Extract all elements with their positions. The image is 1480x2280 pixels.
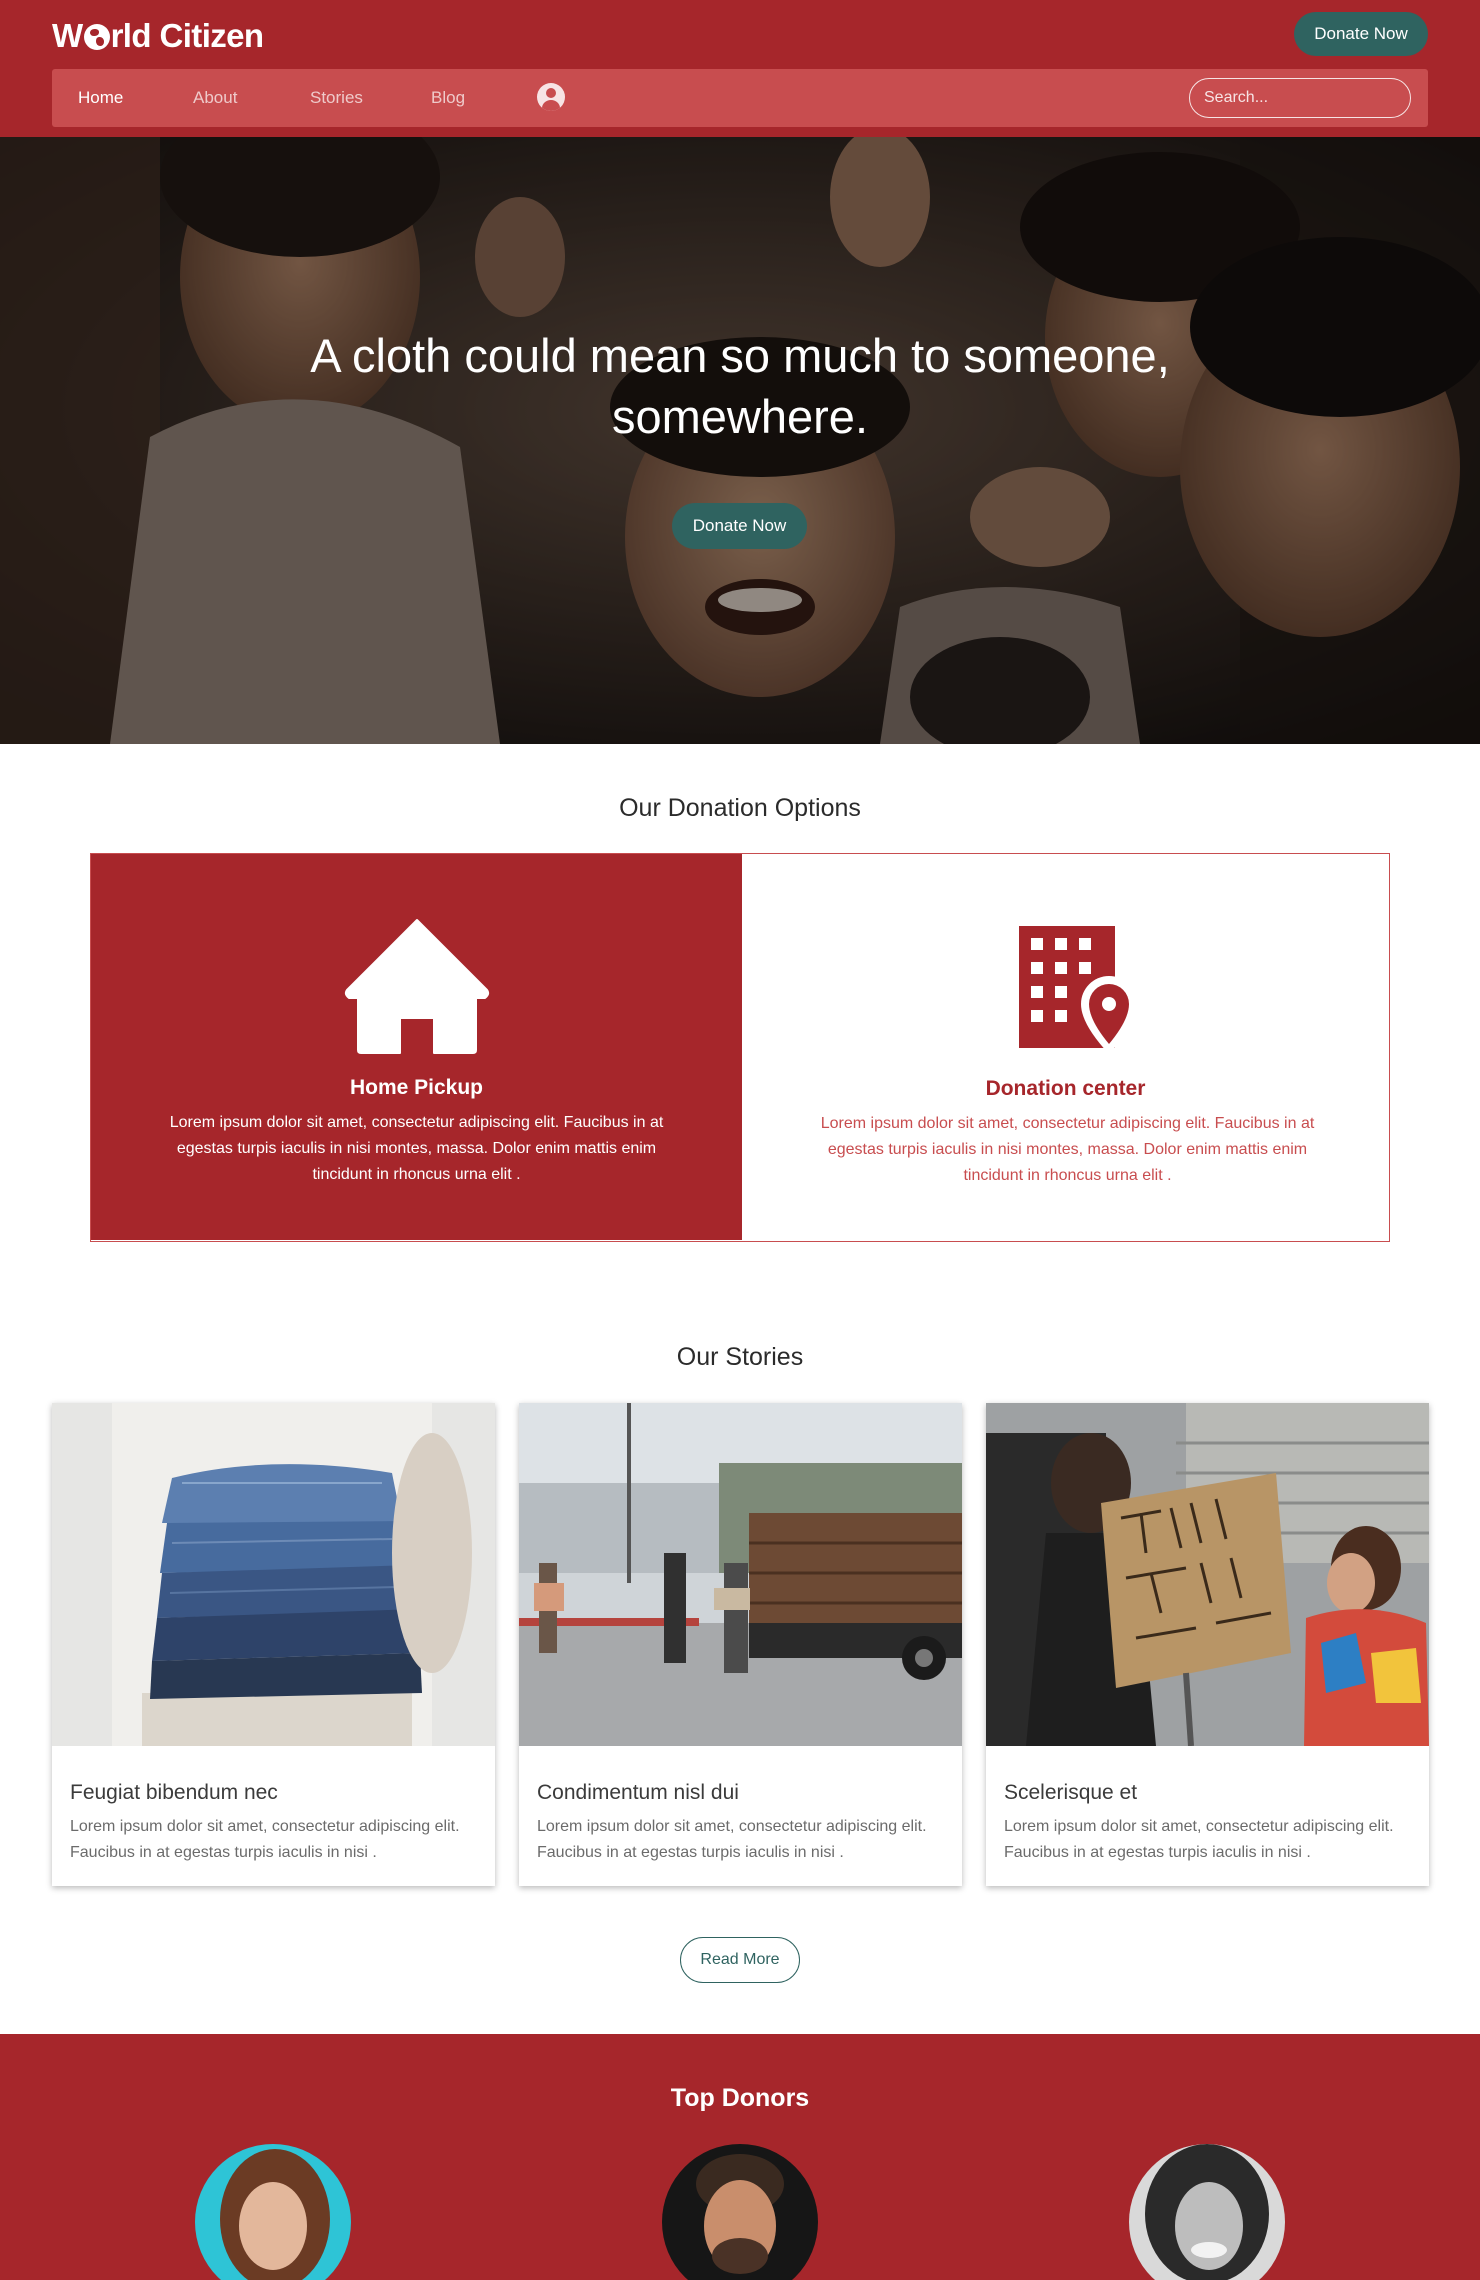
site-header: Wrld Citizen Donate Now Home About Stori… (0, 0, 1480, 137)
story-title: Scelerisque et (1004, 1781, 1138, 1804)
story-card[interactable]: Feugiat bibendum nec Lorem ipsum dolor s… (52, 1403, 495, 1886)
home-icon (344, 919, 490, 1054)
option-home-pickup[interactable]: Home Pickup Lorem ipsum dolor sit amet, … (91, 854, 742, 1240)
option-description: Lorem ipsum dolor sit amet, consectetur … (820, 1115, 1315, 1184)
hero-donate-button[interactable]: Donate Now (672, 503, 807, 549)
story-text: Lorem ipsum dolor sit amet, consectetur … (537, 1818, 927, 1861)
donors-section-title: Top Donors (670, 2084, 810, 2112)
donor-avatar[interactable] (662, 2144, 818, 2280)
story-card[interactable]: Scelerisque et Lorem ipsum dolor sit ame… (986, 1403, 1429, 1886)
read-more-button[interactable]: Read More (680, 1937, 800, 1983)
top-donors-section: Top Donors (0, 2034, 1480, 2280)
story-text: Lorem ipsum dolor sit amet, consectetur … (70, 1818, 460, 1861)
option-title: Donation center (985, 1077, 1146, 1100)
globe-icon (83, 24, 110, 50)
story-text: Lorem ipsum dolor sit amet, consectetur … (1004, 1818, 1394, 1861)
story-image-truck (519, 1403, 962, 1746)
user-circle-icon[interactable] (537, 83, 565, 111)
donor-avatar[interactable] (1129, 2144, 1285, 2280)
donation-options: Home Pickup Lorem ipsum dolor sit amet, … (90, 853, 1390, 1242)
story-image-protest-sign (986, 1403, 1429, 1746)
stories-section-title: Our Stories (676, 1343, 804, 1371)
hero-title: A cloth could mean so much to someone, s… (310, 329, 1170, 443)
nav-home[interactable]: Home (78, 86, 123, 110)
donor-avatar[interactable] (195, 2144, 351, 2280)
nav-about[interactable]: About (193, 86, 237, 110)
header-donate-button[interactable]: Donate Now (1294, 12, 1428, 56)
story-title: Feugiat bibendum nec (70, 1781, 278, 1804)
option-title: Home Pickup (349, 1076, 484, 1099)
donation-section-title: Our Donation Options (619, 794, 861, 822)
main-navbar: Home About Stories Blog (52, 69, 1428, 127)
building-location-icon (1019, 926, 1137, 1054)
option-description: Lorem ipsum dolor sit amet, consectetur … (169, 1114, 664, 1183)
story-card[interactable]: Condimentum nisl dui Lorem ipsum dolor s… (519, 1403, 962, 1886)
search-input[interactable] (1189, 78, 1411, 118)
nav-blog[interactable]: Blog (431, 86, 465, 110)
option-donation-center[interactable]: Donation center Lorem ipsum dolor sit am… (742, 854, 1389, 1240)
nav-stories[interactable]: Stories (310, 86, 363, 110)
logo[interactable]: Wrld Citizen (52, 14, 264, 58)
story-image-jeans (52, 1403, 495, 1746)
story-title: Condimentum nisl dui (537, 1781, 739, 1804)
hero-banner: A cloth could mean so much to someone, s… (0, 137, 1480, 744)
